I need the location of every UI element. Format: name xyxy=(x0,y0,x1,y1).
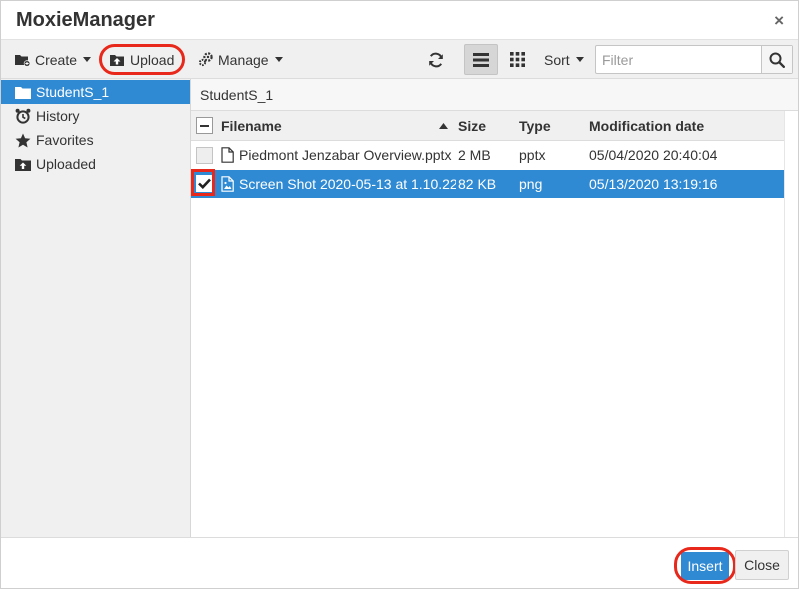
sidebar-item-label: History xyxy=(36,108,80,124)
select-all-checkbox[interactable] xyxy=(196,117,213,134)
moxiemanager-dialog: MoxieManager × Create Upload Manage Sort… xyxy=(0,0,799,589)
upload-button[interactable]: Upload xyxy=(109,45,174,74)
search-icon xyxy=(769,52,785,68)
manage-button[interactable]: Manage xyxy=(198,45,283,74)
toolbar: Create Upload Manage Sort Filter xyxy=(1,39,798,79)
column-header-filename[interactable]: Filename xyxy=(221,111,461,140)
checkmark-icon xyxy=(198,178,211,189)
sort-button[interactable]: Sort xyxy=(544,45,584,74)
alarm-clock-icon xyxy=(15,108,31,124)
search-button[interactable] xyxy=(761,46,792,73)
size-cell: 82 KB xyxy=(458,176,497,192)
close-icon[interactable]: × xyxy=(774,11,784,31)
column-header-size-label: Size xyxy=(458,117,487,134)
sidebar-item-label: StudentS_1 xyxy=(36,84,110,100)
grid-view-icon xyxy=(509,52,525,67)
file-grid-header: Filename Size Type Modification date xyxy=(191,111,784,141)
sort-label: Sort xyxy=(544,51,570,68)
sidebar-item-students-1[interactable]: StudentS_1 xyxy=(1,80,190,104)
modified-cell: 05/04/2020 20:40:04 xyxy=(589,147,718,163)
filename-cell: Piedmont Jenzabar Overview.pptx xyxy=(221,141,456,169)
insert-button[interactable]: Insert xyxy=(681,552,729,580)
folder-add-icon xyxy=(15,55,31,67)
sidebar-item-history[interactable]: History xyxy=(1,104,190,128)
type-cell: png xyxy=(519,176,543,192)
upload-label: Upload xyxy=(130,51,175,68)
sidebar-item-label: Favorites xyxy=(36,132,94,148)
image-icon xyxy=(221,176,234,192)
close-button[interactable]: Close xyxy=(735,550,789,580)
breadcrumb-current[interactable]: StudentS_1 xyxy=(200,87,273,103)
dialog-footer: Insert Close xyxy=(1,537,798,588)
type-cell: pptx xyxy=(519,147,546,163)
chevron-down-icon xyxy=(274,57,283,62)
table-row[interactable]: Screen Shot 2020-05-13 at 1.10.22 82 KB … xyxy=(191,169,784,198)
list-view-button[interactable] xyxy=(464,44,498,75)
title-bar: MoxieManager × xyxy=(1,1,798,39)
size-cell: 2 MB xyxy=(458,147,491,163)
filename-text: Piedmont Jenzabar Overview.pptx xyxy=(239,147,452,163)
create-button[interactable]: Create xyxy=(14,45,92,74)
filter-input[interactable] xyxy=(596,46,762,73)
row-checkbox[interactable] xyxy=(196,175,213,192)
filename-text: Screen Shot 2020-05-13 at 1.10.22 xyxy=(239,176,456,192)
refresh-icon xyxy=(429,52,443,67)
column-header-type-label: Type xyxy=(519,117,551,134)
column-header-modified-label: Modification date xyxy=(589,117,705,134)
sidebar-item-uploaded[interactable]: Uploaded xyxy=(1,152,190,176)
column-header-size[interactable]: Size xyxy=(458,111,518,140)
dialog-title: MoxieManager xyxy=(16,9,155,31)
column-header-modified[interactable]: Modification date xyxy=(589,111,779,140)
create-label: Create xyxy=(35,51,78,68)
chevron-down-icon xyxy=(83,57,92,62)
upload-icon xyxy=(110,55,124,66)
upload-icon xyxy=(15,159,31,171)
thumbnail-view-button[interactable] xyxy=(500,44,534,75)
chevron-down-icon xyxy=(575,57,584,62)
modified-cell: 05/13/2020 13:19:16 xyxy=(589,176,718,192)
folder-icon xyxy=(15,86,31,99)
star-icon xyxy=(15,133,31,147)
row-checkbox[interactable] xyxy=(196,147,213,164)
sidebar-item-label: Uploaded xyxy=(36,156,96,172)
refresh-button[interactable] xyxy=(419,44,453,75)
column-header-filename-label: Filename xyxy=(221,117,282,134)
manage-label: Manage xyxy=(218,51,269,68)
scrollbar[interactable] xyxy=(784,111,798,537)
column-header-type[interactable]: Type xyxy=(519,111,579,140)
breadcrumb: StudentS_1 xyxy=(191,79,798,111)
file-list-panel: StudentS_1 Filename Size Type Modificati… xyxy=(191,79,798,537)
document-icon xyxy=(221,147,234,163)
sidebar: StudentS_1 History Favorites Uploaded xyxy=(1,79,191,537)
sort-ascending-icon xyxy=(439,111,451,140)
list-view-icon xyxy=(473,52,489,67)
gears-icon xyxy=(198,52,213,67)
table-row[interactable]: Piedmont Jenzabar Overview.pptx 2 MB ppt… xyxy=(191,141,784,169)
filter-box xyxy=(595,45,793,74)
filename-cell: Screen Shot 2020-05-13 at 1.10.22 xyxy=(221,170,456,198)
sidebar-item-favorites[interactable]: Favorites xyxy=(1,128,190,152)
